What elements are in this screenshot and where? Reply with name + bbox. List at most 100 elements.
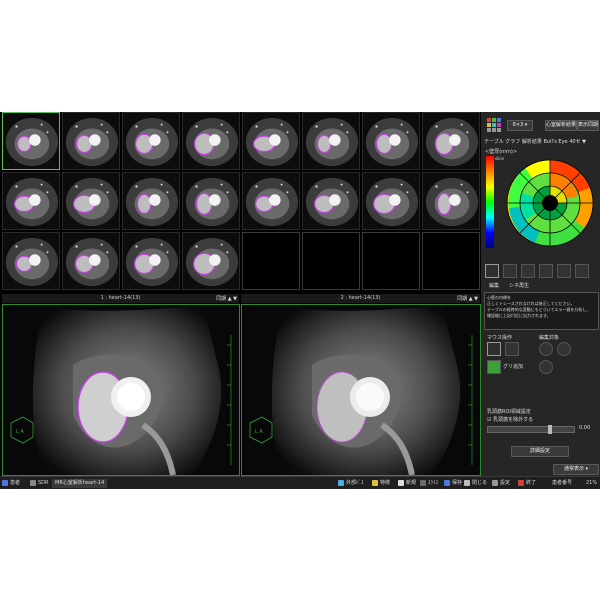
orientation-cube-right[interactable]: L A bbox=[249, 416, 273, 444]
external-icon bbox=[338, 479, 344, 486]
slice-thumbnail[interactable] bbox=[362, 112, 420, 170]
slice-thumbnail[interactable] bbox=[242, 172, 300, 230]
viewer-left-controls[interactable]: 同期 ▲ ▼ bbox=[216, 295, 237, 304]
taskbar-exit-label: 終了 bbox=[526, 480, 537, 486]
taskbar-slice[interactable]: ｽﾗｲｽ bbox=[420, 479, 438, 488]
display-sync-button[interactable]: 表示同期 bbox=[577, 120, 599, 131]
taskbar-feature[interactable]: 特徴 bbox=[372, 479, 390, 488]
slice-thumbnail[interactable] bbox=[302, 112, 360, 170]
taskbar-settings[interactable]: 設定 bbox=[492, 479, 510, 488]
detail-settings-button[interactable]: 詳細設定 bbox=[511, 446, 569, 457]
taskbar-save[interactable]: 保存 bbox=[444, 479, 462, 488]
slice-thumbnail-image bbox=[365, 117, 419, 167]
taskbar-new[interactable]: 新規 bbox=[398, 479, 416, 488]
analysis-result-button[interactable]: 心室解析結果 bbox=[545, 120, 577, 131]
grid-layout-dropdown[interactable]: 8×3 ▾ bbox=[507, 120, 533, 131]
contour-inner-icon[interactable] bbox=[539, 342, 553, 356]
contour-outer-icon[interactable] bbox=[557, 342, 571, 356]
trace-label: グリ追加 bbox=[503, 364, 524, 370]
save-icon bbox=[444, 479, 450, 486]
apply-roi-label[interactable]: 乳頭筋ROI領域設定 bbox=[487, 408, 531, 415]
cine-tab[interactable]: シネ再生 bbox=[509, 282, 529, 289]
slice-thumbnail[interactable] bbox=[2, 232, 60, 290]
gear-icon bbox=[492, 479, 498, 486]
slider-track[interactable] bbox=[487, 425, 575, 434]
empty-grid-cell bbox=[422, 232, 480, 290]
slice-thumbnail-image bbox=[425, 117, 479, 167]
slice-thumbnail[interactable] bbox=[302, 172, 360, 230]
slice-thumbnail-image bbox=[125, 237, 179, 287]
heart-tool-icon[interactable] bbox=[557, 264, 571, 278]
slice-thumbnail[interactable] bbox=[422, 112, 480, 170]
taskbar-settings-label: 設定 bbox=[500, 480, 511, 486]
contour-rv-icon[interactable] bbox=[539, 360, 553, 374]
trace-tool-icon[interactable] bbox=[487, 360, 501, 374]
taskbar-tab-sdr[interactable]: SDR bbox=[30, 479, 49, 488]
slice-thumbnail-image bbox=[425, 177, 479, 227]
slice-thumbnail[interactable] bbox=[62, 232, 120, 290]
viewer-right-controls[interactable]: 同期 ▲ ▼ bbox=[457, 295, 478, 304]
taskbar: 患者 SDR MR心室解析heart-14 外部ﾊﾞｽ 特徴 新規 ｽﾗｲｽ 保… bbox=[0, 476, 600, 489]
slice-thumbnail[interactable] bbox=[182, 232, 240, 290]
taskbar-close-label: 閉じる bbox=[472, 480, 488, 486]
normal-display-dropdown[interactable]: 通常表示 ▾ bbox=[553, 464, 599, 475]
viewer-left-sync[interactable]: 同期 bbox=[216, 296, 226, 302]
grid-layout-value: 8×3 bbox=[512, 122, 524, 128]
mask-tool-icon[interactable] bbox=[539, 264, 553, 278]
rv-tool-icon[interactable] bbox=[503, 264, 517, 278]
viewer-right-sync[interactable]: 同期 bbox=[457, 296, 467, 302]
slider-handle[interactable] bbox=[548, 425, 552, 434]
taskbar-tab-sdr-label: SDR bbox=[38, 480, 49, 486]
pen-tool-icon[interactable] bbox=[505, 342, 519, 356]
slice-thumbnail[interactable] bbox=[122, 172, 180, 230]
slider-value: 0.00 bbox=[579, 425, 591, 431]
slice-thumbnail[interactable] bbox=[422, 172, 480, 230]
feature-icon bbox=[372, 479, 378, 486]
bulls-eye-chart[interactable] bbox=[505, 158, 595, 248]
slice-thumbnail[interactable] bbox=[122, 232, 180, 290]
edit-tab[interactable]: 編集 bbox=[489, 282, 499, 289]
taskbar-save-label: 保存 bbox=[452, 480, 463, 486]
slice-thumbnail[interactable] bbox=[2, 172, 60, 230]
slice-thumbnail[interactable] bbox=[362, 172, 420, 230]
mri-image-left[interactable]: L A bbox=[3, 305, 239, 475]
empty-grid-cell bbox=[362, 232, 420, 290]
slice-thumbnail-image bbox=[125, 177, 179, 227]
include-roi-checkbox[interactable]: ☑ 乳頭筋を除外する bbox=[487, 416, 533, 423]
empty-grid-cell bbox=[302, 232, 360, 290]
slice-thumbnail[interactable] bbox=[182, 172, 240, 230]
viewport-left[interactable]: L A bbox=[2, 304, 240, 476]
viewport-right[interactable]: L A bbox=[241, 304, 481, 476]
slice-thumbnail[interactable] bbox=[122, 112, 180, 170]
taskbar-exit[interactable]: 終了 bbox=[518, 479, 536, 488]
taskbar-tab-analysis[interactable]: MR心室解析heart-14 bbox=[52, 479, 108, 488]
orientation-cube-left[interactable]: L A bbox=[10, 416, 34, 444]
lv-tool-icon[interactable] bbox=[485, 264, 499, 278]
taskbar-close[interactable]: 閉じる bbox=[464, 479, 487, 488]
slice-thumbnail[interactable] bbox=[62, 172, 120, 230]
result-tabs[interactable]: テーブル グラフ 解析結果 Bull's Eye 40セ ▼ bbox=[484, 138, 586, 145]
patient-icon bbox=[2, 479, 8, 486]
slice-thumbnail-image bbox=[365, 177, 419, 227]
layout-grid-icon[interactable] bbox=[487, 118, 501, 132]
slice-thumbnail[interactable] bbox=[242, 112, 300, 170]
segment-tool-icon[interactable] bbox=[521, 264, 535, 278]
colorbar-label: <壁厚(mm)> bbox=[485, 149, 518, 155]
exit-icon bbox=[518, 479, 524, 486]
slice-thumbnail-image bbox=[305, 117, 359, 167]
mri-image-right[interactable]: L A bbox=[242, 305, 480, 475]
taskbar-tab-analysis-label: MR心室解析heart-14 bbox=[55, 480, 105, 486]
taskbar-slice-label: ｽﾗｲｽ bbox=[428, 480, 439, 486]
edit-target-label: 編集対象 bbox=[539, 335, 560, 341]
slice-thumbnail-image bbox=[65, 237, 119, 287]
thumbnail-grid bbox=[2, 112, 480, 292]
layers-tool-icon[interactable] bbox=[575, 264, 589, 278]
slice-thumbnail[interactable] bbox=[2, 112, 60, 170]
slice-thumbnail[interactable] bbox=[182, 112, 240, 170]
taskbar-start[interactable]: 患者 bbox=[2, 479, 20, 488]
viewer-left-title: 1 : heart-14(13) bbox=[100, 295, 141, 301]
slice-thumbnail[interactable] bbox=[62, 112, 120, 170]
taskbar-external[interactable]: 外部ﾊﾞｽ bbox=[338, 479, 364, 488]
hand-tool-icon[interactable] bbox=[487, 342, 501, 356]
slice-thumbnail-image bbox=[65, 177, 119, 227]
